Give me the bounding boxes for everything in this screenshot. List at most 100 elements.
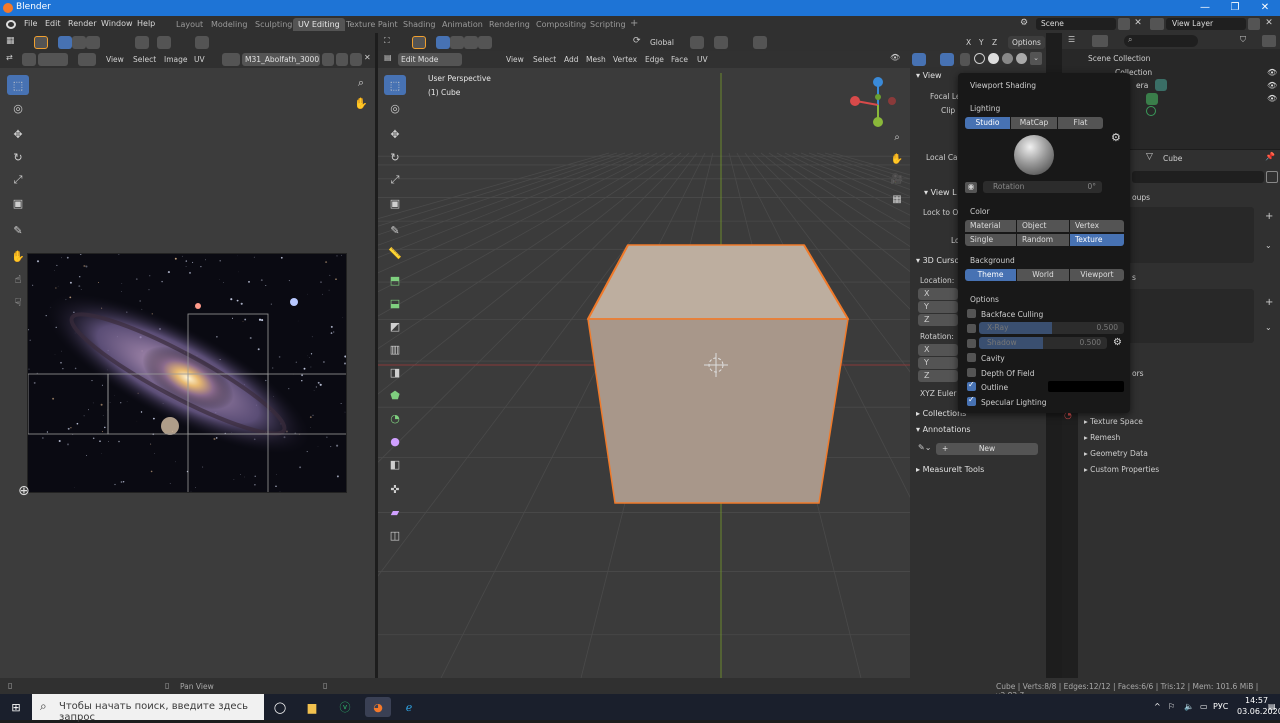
- ortho-toggle-icon[interactable]: ▦: [886, 189, 908, 209]
- mesh-name-field[interactable]: [1132, 171, 1264, 183]
- uv-sync-icon[interactable]: ⇄: [6, 53, 20, 66]
- menu-vertex[interactable]: Vertex: [613, 55, 637, 64]
- select-edge-icon[interactable]: [450, 36, 464, 49]
- mode-selector[interactable]: Edit Mode: [398, 53, 462, 66]
- edge-slide-tool-icon[interactable]: ◧: [384, 454, 406, 474]
- maximize-button[interactable]: ❐: [1220, 0, 1250, 16]
- shadow-checkbox[interactable]: [967, 339, 976, 348]
- visibility-icon[interactable]: 👁: [890, 53, 904, 66]
- menu-image[interactable]: Image: [164, 55, 188, 64]
- shear-tool-icon[interactable]: ▰: [384, 502, 406, 522]
- color-object-option[interactable]: Object: [1017, 220, 1069, 232]
- tab-sculpting[interactable]: Sculpting: [250, 18, 297, 31]
- visibility-eye-icon[interactable]: 👁: [1267, 94, 1277, 103]
- select-face-icon[interactable]: [464, 36, 478, 49]
- grab-tool-icon[interactable]: ✋: [7, 246, 29, 266]
- annotation-tool-icon[interactable]: ✎⌄: [918, 443, 934, 455]
- solid-shading-icon[interactable]: [988, 53, 999, 64]
- menu-mesh[interactable]: Mesh: [586, 55, 606, 64]
- vertex-groups-header[interactable]: oups: [1132, 193, 1150, 202]
- snap-icon[interactable]: [714, 36, 728, 49]
- zoom-view-icon[interactable]: ⌕: [886, 127, 908, 147]
- relax-tool-icon[interactable]: ☝: [7, 269, 29, 289]
- filter-icon[interactable]: ⛉: [1240, 35, 1256, 47]
- view-section-header[interactable]: ▾ View: [916, 71, 942, 80]
- app-icon[interactable]: ⓥ: [334, 697, 356, 717]
- cursor-rx-field[interactable]: X: [918, 344, 958, 356]
- tab-animation[interactable]: Animation: [437, 18, 488, 31]
- lighting-studio-option[interactable]: Studio: [965, 117, 1010, 129]
- uv-editor[interactable]: ▦ ⇄ View Select Image UV M31_Abolfath_30…: [0, 33, 375, 678]
- measure-tool-icon[interactable]: 📏: [384, 243, 406, 263]
- pan-view-icon[interactable]: ✋: [886, 149, 908, 169]
- editor-type-icon[interactable]: ▦: [6, 36, 20, 49]
- image-browse-icon[interactable]: [222, 53, 240, 66]
- menu-edge[interactable]: Edge: [645, 55, 664, 64]
- geometry-data-header[interactable]: ▸ Geometry Data: [1084, 449, 1148, 458]
- tab-layout[interactable]: Layout: [171, 18, 208, 31]
- menu-uv[interactable]: UV: [697, 55, 708, 64]
- new-scene-icon[interactable]: [1118, 18, 1130, 30]
- menu-face[interactable]: Face: [671, 55, 688, 64]
- outline-color-swatch[interactable]: [1048, 381, 1124, 392]
- view-mode-selector[interactable]: [78, 53, 96, 66]
- poly-build-tool-icon[interactable]: ⬟: [384, 385, 406, 405]
- tab-texture-paint[interactable]: Texture Paint: [341, 18, 403, 31]
- transform-tool-icon[interactable]: ▣: [7, 193, 29, 213]
- uv-mode-icon[interactable]: [22, 53, 36, 66]
- cavity-checkbox[interactable]: [967, 353, 976, 362]
- volume-icon[interactable]: 🔈: [1184, 702, 1194, 711]
- scene-collection-item[interactable]: Scene Collection: [1088, 54, 1150, 63]
- lighting-matcap-option[interactable]: MatCap: [1011, 117, 1057, 129]
- outline-checkbox[interactable]: [967, 382, 976, 391]
- unlink-image-icon[interactable]: ✕: [364, 53, 374, 66]
- loop-cut-tool-icon[interactable]: ▥: [384, 339, 406, 359]
- select-vertex-icon[interactable]: [436, 36, 450, 49]
- minimize-button[interactable]: —: [1190, 0, 1220, 16]
- menu-select[interactable]: Select: [133, 55, 156, 64]
- navigation-gizmo[interactable]: [848, 75, 908, 135]
- cortana-icon[interactable]: ◯: [269, 697, 291, 717]
- scene-selector[interactable]: Scene: [1036, 18, 1116, 30]
- spin-tool-icon[interactable]: ◔: [384, 408, 406, 428]
- axis-x-toggle[interactable]: X: [966, 38, 971, 47]
- language-indicator[interactable]: РУС: [1213, 702, 1228, 711]
- rotate-tool-icon[interactable]: ↻: [7, 147, 29, 167]
- axis-y-toggle[interactable]: Y: [979, 38, 984, 47]
- shadow-slider[interactable]: Shadow0.500: [979, 337, 1107, 349]
- studio-light-preview[interactable]: [1014, 135, 1054, 175]
- shape-keys-list[interactable]: [1112, 289, 1254, 343]
- open-image-icon[interactable]: [350, 53, 362, 66]
- new-image-icon[interactable]: [336, 53, 348, 66]
- delete-view-layer-icon[interactable]: ✕: [1263, 18, 1275, 30]
- custom-properties-header[interactable]: ▸ Custom Properties: [1084, 465, 1159, 474]
- menu-select[interactable]: Select: [533, 55, 556, 64]
- menu-edit[interactable]: Edit: [45, 19, 61, 28]
- new-view-layer-icon[interactable]: [1248, 18, 1260, 30]
- preferences-gear-icon[interactable]: ⚙: [1111, 131, 1121, 144]
- windows-start-icon[interactable]: ⊞: [5, 697, 27, 717]
- color-random-option[interactable]: Random: [1017, 234, 1069, 246]
- color-texture-option[interactable]: Texture: [1070, 234, 1124, 246]
- tab-shading[interactable]: Shading: [398, 18, 441, 31]
- rotation-mode-selector[interactable]: XYZ Euler: [920, 389, 957, 398]
- add-workspace-button[interactable]: +: [625, 16, 643, 29]
- transform-tool-icon[interactable]: ▣: [384, 193, 406, 213]
- 3d-cursor-header[interactable]: ▾ 3D Cursor: [916, 256, 963, 265]
- zoom-icon[interactable]: ⌕: [350, 73, 372, 93]
- specular-lighting-checkbox[interactable]: [967, 397, 976, 406]
- menu-view[interactable]: View: [506, 55, 524, 64]
- cursor-ry-field[interactable]: Y: [918, 357, 958, 369]
- edge-browser-icon[interactable]: ℯ: [398, 697, 420, 717]
- cursor-x-field[interactable]: X: [918, 288, 958, 300]
- proportional-icon[interactable]: [195, 36, 209, 49]
- visibility-eye-icon[interactable]: 👁: [1267, 81, 1277, 90]
- tab-scripting[interactable]: Scripting: [585, 18, 631, 31]
- scale-tool-icon[interactable]: ⤢: [384, 170, 406, 190]
- extrude-tool-icon[interactable]: ⬒: [384, 270, 406, 290]
- annotate-tool-icon[interactable]: ✎: [7, 220, 29, 240]
- vertex-colors-header[interactable]: ors: [1132, 369, 1144, 378]
- tab-modeling[interactable]: Modeling: [206, 18, 252, 31]
- blender-taskbar-icon[interactable]: ◕: [365, 697, 391, 717]
- uv-select-face-icon[interactable]: [86, 36, 100, 49]
